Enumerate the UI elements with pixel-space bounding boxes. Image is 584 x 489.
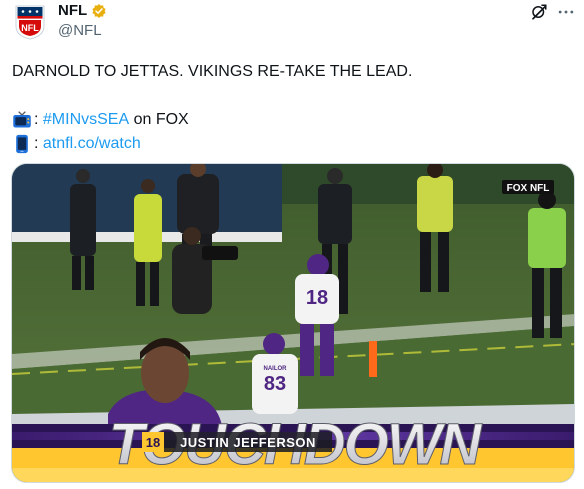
tweet-line-phone: : atnfl.co/watch: [12, 132, 572, 156]
phone-separator: :: [34, 135, 43, 152]
watch-link[interactable]: atnfl.co/watch: [43, 132, 141, 156]
player-name: JUSTIN JEFFERSON: [180, 435, 316, 450]
broadcast-network-text: on FOX: [129, 111, 189, 128]
hashtag-link[interactable]: #MINvsSEA: [43, 108, 129, 132]
network-logo: FOX NFL: [502, 180, 554, 194]
tweet-text: DARNOLD TO JETTAS. VIKINGS RE-TAKE THE L…: [12, 60, 572, 156]
network-logo-text: FOX NFL: [507, 183, 550, 194]
user-handle[interactable]: @NFL: [58, 22, 102, 39]
nfl-avatar[interactable]: NFL: [14, 2, 46, 40]
verified-badge-icon[interactable]: [91, 3, 107, 19]
phone-emoji-icon: [16, 134, 28, 154]
tweet-line-tv: : #MINvsSEA on FOX: [12, 108, 572, 132]
jersey-name-b: NAILOR: [264, 366, 288, 372]
display-name[interactable]: NFL: [58, 2, 87, 19]
tv-separator: :: [34, 111, 43, 128]
video-media[interactable]: 18 NAILOR 83 FOX NFL TOUCHDOWN: [11, 163, 575, 483]
tweet-header: NFL NFL @NFL: [0, 0, 584, 52]
avatar-text: NFL: [21, 23, 39, 33]
more-options-icon[interactable]: [556, 2, 576, 22]
tweet-headline: DARNOLD TO JETTAS. VIKINGS RE-TAKE THE L…: [12, 63, 413, 80]
tv-emoji-icon: [13, 111, 31, 128]
end-zone-pylon: [369, 341, 377, 377]
jersey-number-b: 83: [264, 373, 286, 395]
jersey-number-a: 18: [306, 287, 328, 309]
player-number: 18: [146, 435, 160, 450]
video-frame: 18 NAILOR 83 FOX NFL TOUCHDOWN: [12, 164, 574, 482]
grok-icon[interactable]: [530, 3, 548, 21]
